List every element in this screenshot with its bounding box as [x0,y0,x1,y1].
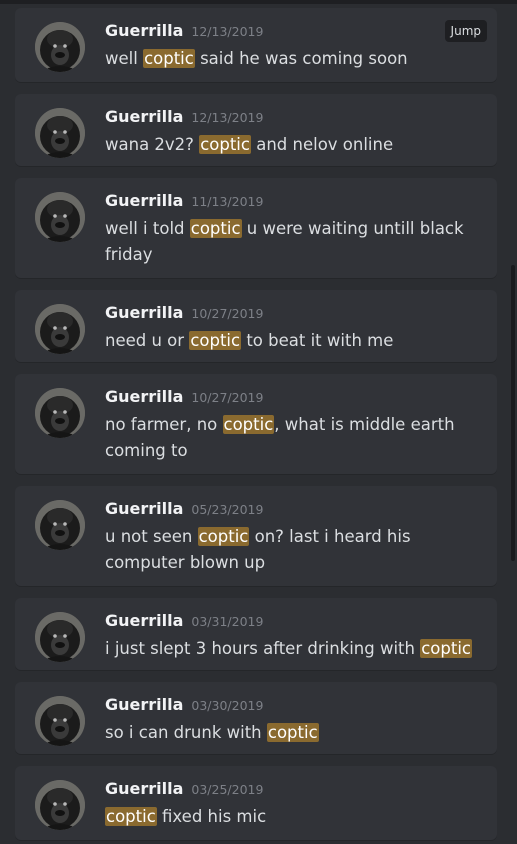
message-timestamp: 11/13/2019 [191,194,264,209]
message-text: fixed his mic [156,807,267,826]
gorilla-avatar-icon[interactable] [35,612,85,662]
message-header: Guerrilla 11/13/2019 [105,191,263,210]
message-timestamp: 12/13/2019 [191,110,264,125]
author-name[interactable]: Guerrilla [105,611,183,630]
message-content: well coptic said he was coming soon [105,46,475,72]
gorilla-avatar-icon[interactable] [35,500,85,550]
message-header: Guerrilla 05/23/2019 [105,499,263,518]
message-text: well [105,49,144,68]
message-timestamp: 03/25/2019 [191,782,264,797]
message-content: i just slept 3 hours after drinking with… [105,636,489,662]
search-highlight: coptic [105,807,157,826]
message-header: Guerrilla 10/27/2019 [105,387,263,406]
message-content: u not seen coptic on? last i heard his c… [105,524,475,576]
search-result-card[interactable]: Guerrilla 10/27/2019 need u or coptic to … [15,290,497,362]
message-text: wana 2v2? [105,135,200,154]
author-name[interactable]: Guerrilla [105,107,183,126]
gorilla-avatar-icon[interactable] [35,192,85,242]
message-header: Guerrilla 12/13/2019 [105,21,263,40]
message-content: well i told coptic u were waiting untill… [105,216,475,268]
search-result-card[interactable]: Guerrilla 12/13/2019 wana 2v2? coptic and… [15,94,497,166]
message-text: said he was coming soon [194,49,408,68]
top-bar [0,0,517,4]
gorilla-avatar-icon[interactable] [35,388,85,438]
jump-button[interactable]: Jump [444,20,487,42]
message-header: Guerrilla 03/30/2019 [105,695,263,714]
message-header: Guerrilla 03/25/2019 [105,779,263,798]
message-timestamp: 03/31/2019 [191,614,264,629]
search-result-card[interactable]: Guerrilla 11/13/2019 well i told coptic u… [15,178,497,278]
search-highlight: coptic [266,723,319,742]
gorilla-avatar-icon[interactable] [35,780,85,830]
search-highlight: coptic [189,219,242,238]
search-highlight: coptic [143,49,195,68]
message-text: u not seen [105,527,198,546]
gorilla-avatar-icon[interactable] [35,22,85,72]
message-text: so i can drunk with [105,723,267,742]
message-header: Guerrilla 10/27/2019 [105,303,263,322]
author-name[interactable]: Guerrilla [105,21,183,40]
message-header: Guerrilla 12/13/2019 [105,107,263,126]
message-header: Guerrilla 03/31/2019 [105,611,263,630]
message-text: need u or [105,331,190,350]
search-result-card[interactable]: Guerrilla 05/23/2019 u not seen coptic on… [15,486,497,586]
author-name[interactable]: Guerrilla [105,695,183,714]
search-highlight: coptic [420,639,473,658]
message-content: need u or coptic to beat it with me [105,328,475,354]
message-content: no farmer, no coptic, what is middle ear… [105,412,475,464]
message-timestamp: 12/13/2019 [191,24,264,39]
author-name[interactable]: Guerrilla [105,779,183,798]
message-timestamp: 10/27/2019 [191,306,264,321]
message-timestamp: 05/23/2019 [191,502,264,517]
search-highlight: coptic [222,415,275,434]
message-text: to beat it with me [241,331,394,350]
search-result-card[interactable]: Guerrilla 03/31/2019 i just slept 3 hours… [15,598,497,670]
message-timestamp: 03/30/2019 [191,698,264,713]
gorilla-avatar-icon[interactable] [35,696,85,746]
search-highlight: coptic [197,527,250,546]
search-result-card[interactable]: Guerrilla 12/13/2019 well coptic said he … [15,8,497,82]
message-content: so i can drunk with coptic [105,720,475,746]
search-result-card[interactable]: Guerrilla 10/27/2019 no farmer, no coptic… [15,374,497,474]
message-text: i just slept 3 hours after drinking with [105,639,421,658]
message-timestamp: 10/27/2019 [191,390,264,405]
search-result-card[interactable]: Guerrilla 03/25/2019 coptic fixed his mic [15,766,497,840]
author-name[interactable]: Guerrilla [105,303,183,322]
author-name[interactable]: Guerrilla [105,191,183,210]
author-name[interactable]: Guerrilla [105,387,183,406]
message-text: no farmer, no [105,415,223,434]
author-name[interactable]: Guerrilla [105,499,183,518]
scrollbar[interactable] [511,265,515,561]
search-result-card[interactable]: Guerrilla 03/30/2019 so i can drunk with … [15,682,497,754]
search-highlight: coptic [189,331,242,350]
search-highlight: coptic [199,135,251,154]
message-text: and nelov online [250,135,394,154]
message-content: coptic fixed his mic [105,804,475,830]
message-content: wana 2v2? coptic and nelov online [105,132,475,158]
message-text: well i told [105,219,190,238]
gorilla-avatar-icon[interactable] [35,304,85,354]
gorilla-avatar-icon[interactable] [35,108,85,158]
